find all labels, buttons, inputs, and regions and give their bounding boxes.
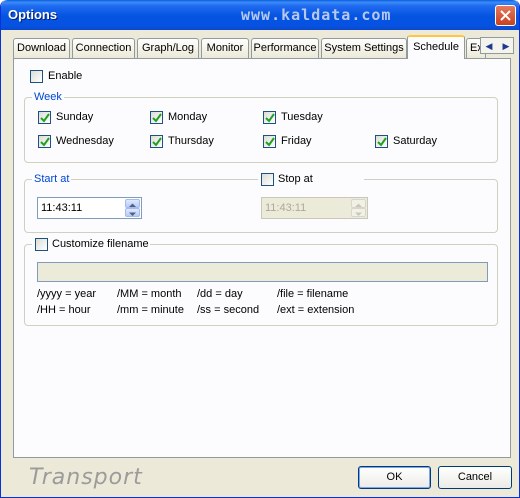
- tab-performance[interactable]: Performance: [251, 38, 319, 58]
- ok-button[interactable]: OK: [358, 466, 431, 489]
- tab-schedule[interactable]: Schedule: [407, 35, 465, 59]
- legend-minute: /mm = minute: [117, 304, 184, 316]
- wednesday-checkbox[interactable]: [38, 135, 51, 148]
- legend-month: /MM = month: [117, 288, 182, 300]
- legend-year: /yyyy = year: [37, 288, 96, 300]
- stop-at-label: Stop at: [278, 173, 313, 185]
- check-icon: [40, 137, 50, 147]
- check-icon: [152, 137, 162, 147]
- friday-label: Friday: [281, 135, 312, 147]
- start-time-value: 11:43:11: [41, 202, 83, 214]
- check-icon: [40, 113, 50, 123]
- options-window: Options www.kaldata.com Download Connect…: [0, 0, 520, 498]
- filename-input[interactable]: [37, 262, 488, 282]
- start-time-spinner[interactable]: 11:43:11: [37, 197, 142, 219]
- check-icon: [152, 113, 162, 123]
- legend-hour: /HH = hour: [37, 304, 91, 316]
- thursday-label: Thursday: [168, 135, 214, 147]
- spin-up-button[interactable]: [125, 199, 140, 208]
- check-icon: [265, 137, 275, 147]
- filename-group: [24, 244, 498, 326]
- enable-label: Enable: [48, 70, 83, 82]
- wednesday-label: Wednesday: [56, 135, 114, 147]
- tab-scroll-buttons: ◀ ▶: [480, 37, 514, 54]
- sunday-checkbox[interactable]: [38, 111, 51, 124]
- monday-label: Monday: [168, 111, 208, 123]
- saturday-checkbox[interactable]: [375, 135, 388, 148]
- chevron-left-icon[interactable]: ◀: [481, 40, 497, 53]
- tab-graph-log[interactable]: Graph/Log: [137, 38, 199, 58]
- week-group: [24, 97, 498, 163]
- close-button[interactable]: [495, 5, 516, 26]
- close-icon: [500, 10, 511, 21]
- sunday-label: Sunday: [56, 111, 94, 123]
- spin-up-button: [351, 199, 366, 208]
- schedule-page: Enable Week Sunday Monday Tuesday Wednes…: [13, 58, 511, 458]
- legend-extension: /ext = extension: [277, 304, 355, 316]
- friday-checkbox[interactable]: [263, 135, 276, 148]
- tab-download[interactable]: Download: [13, 38, 70, 58]
- thursday-checkbox[interactable]: [150, 135, 163, 148]
- tab-system-settings[interactable]: System Settings: [321, 38, 407, 58]
- check-icon: [265, 113, 275, 123]
- saturday-label: Saturday: [393, 135, 438, 147]
- cancel-button[interactable]: Cancel: [438, 466, 512, 489]
- tuesday-label: Tuesday: [281, 111, 323, 123]
- customize-filename-label: Customize filename: [52, 238, 149, 250]
- tab-monitor[interactable]: Monitor: [201, 38, 249, 58]
- stop-time-spinner[interactable]: 11:43:11: [261, 197, 368, 219]
- monday-checkbox[interactable]: [150, 111, 163, 124]
- legend-file: /file = filename: [277, 288, 349, 300]
- stop-at-checkbox[interactable]: [261, 173, 274, 186]
- chevron-right-icon[interactable]: ▶: [498, 40, 514, 53]
- chevron-down-icon: [355, 212, 362, 216]
- spin-down-button: [351, 208, 366, 217]
- stop-time-value: 11:43:11: [265, 202, 307, 214]
- tab-connection[interactable]: Connection: [72, 38, 135, 58]
- chevron-down-icon: [129, 212, 136, 216]
- spin-down-button[interactable]: [125, 208, 140, 217]
- legend-second: /ss = second: [197, 304, 260, 316]
- tuesday-checkbox[interactable]: [263, 111, 276, 124]
- enable-checkbox[interactable]: [30, 70, 43, 83]
- window-title: Options: [8, 7, 58, 22]
- customize-filename-checkbox[interactable]: [35, 238, 48, 251]
- watermark-text: www.kaldata.com: [241, 6, 392, 24]
- week-group-title: Week: [32, 91, 64, 103]
- transport-label: Transport: [29, 465, 143, 490]
- legend-day: /dd = day: [197, 288, 243, 300]
- title-bar[interactable]: Options www.kaldata.com: [1, 0, 519, 30]
- check-icon: [377, 137, 387, 147]
- start-at-title: Start at: [32, 173, 72, 185]
